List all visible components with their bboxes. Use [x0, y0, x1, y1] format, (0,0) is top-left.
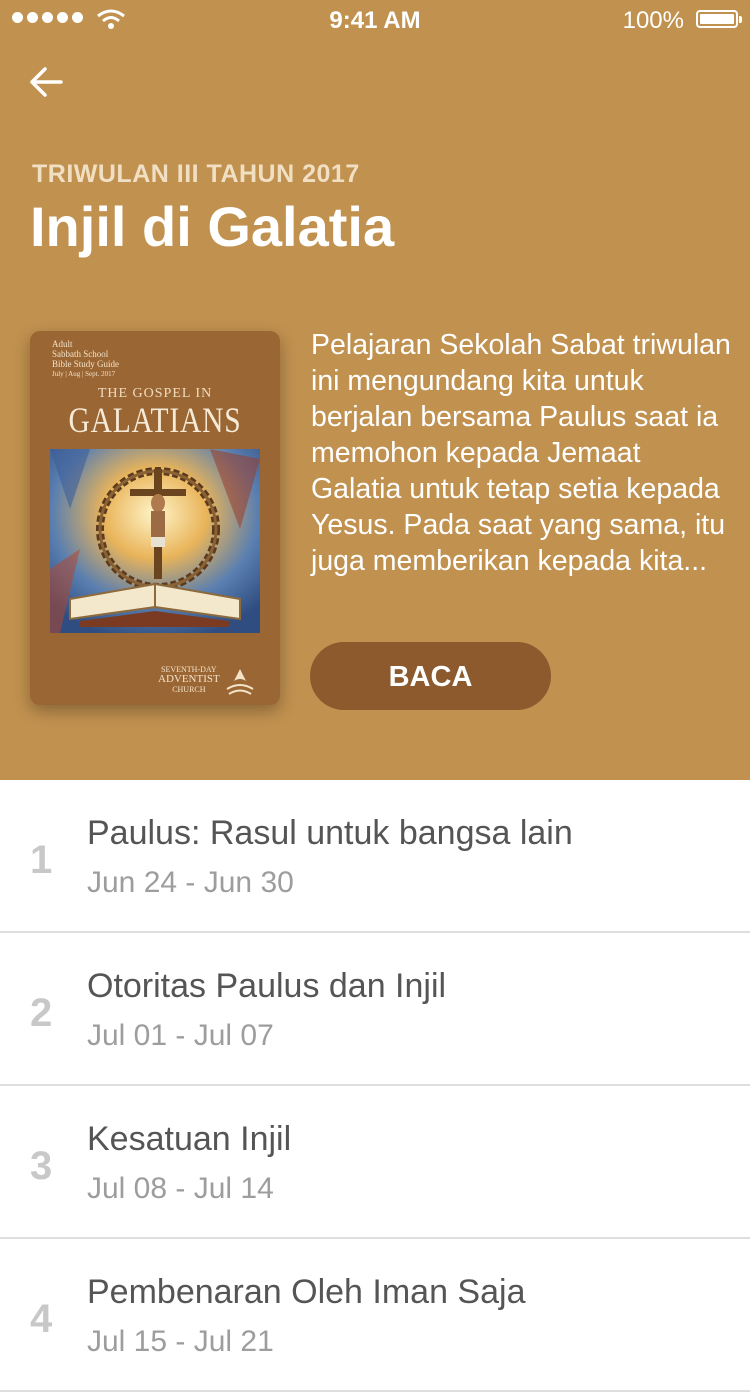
quarterly-header: 9:41 AM 100% TRIWULAN III TAHUN 2017 Inj… [0, 0, 750, 780]
cover-title: GALATIANS [68, 400, 242, 440]
lesson-title: Otoritas Paulus dan Injil [87, 967, 447, 1005]
lesson-dates: Jun 24 - Jun 30 [87, 866, 294, 899]
lesson-dates: Jul 08 - Jul 14 [87, 1172, 274, 1205]
cover-guide-text: Adult Sabbath School Bible Study Guide J… [52, 339, 119, 378]
lesson-number: 3 [30, 1144, 53, 1188]
crucifixion-bible-illustration [50, 449, 260, 633]
lesson-title: Pembenaran Oleh Iman Saja [87, 1273, 526, 1311]
lesson-number: 1 [30, 838, 53, 882]
lesson-title: Kesatuan Injil [87, 1120, 292, 1158]
status-bar: 9:41 AM 100% [0, 0, 750, 40]
lesson-number: 4 [30, 1297, 53, 1341]
church-logo-icon [226, 669, 254, 695]
church-name: SEVENTH-DAY ADVENTIST CHURCH [158, 665, 220, 694]
list-item[interactable]: 1 Paulus: Rasul untuk bangsa lain Jun 24… [0, 780, 750, 933]
quarterly-description: Pelajaran Sekolah Sabat triwulan ini men… [311, 329, 731, 577]
quarter-label: TRIWULAN III TAHUN 2017 [32, 160, 360, 188]
lesson-list: 1 Paulus: Rasul untuk bangsa lain Jun 24… [0, 780, 750, 1392]
list-item[interactable]: 2 Otoritas Paulus dan Injil Jul 01 - Jul… [0, 933, 750, 1086]
battery-icon [696, 10, 742, 28]
lesson-number: 2 [30, 991, 53, 1035]
lesson-title: Paulus: Rasul untuk bangsa lain [87, 814, 573, 852]
quarterly-title: Injil di Galatia [30, 195, 395, 258]
lesson-dates: Jul 15 - Jul 21 [87, 1325, 274, 1358]
lesson-dates: Jul 01 - Jul 07 [87, 1019, 274, 1052]
back-arrow-icon[interactable] [28, 62, 68, 102]
read-button[interactable]: BACA [310, 642, 551, 710]
battery-percentage: 100% [622, 7, 684, 34]
list-item[interactable]: 4 Pembenaran Oleh Iman Saja Jul 15 - Jul… [0, 1239, 750, 1392]
list-item[interactable]: 3 Kesatuan Injil Jul 08 - Jul 14 [0, 1086, 750, 1239]
cover-image[interactable]: Adult Sabbath School Bible Study Guide J… [30, 331, 280, 705]
